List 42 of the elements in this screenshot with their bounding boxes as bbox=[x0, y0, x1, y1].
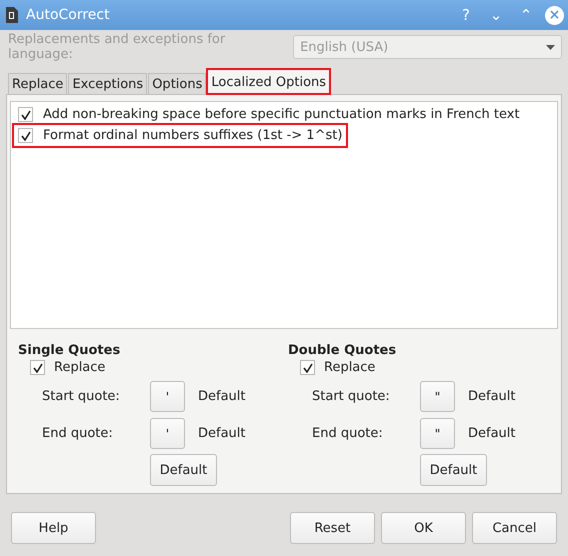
tab[interactable]: Replace bbox=[8, 73, 68, 94]
quote-value: Default bbox=[468, 426, 516, 441]
quote-button[interactable]: ' bbox=[150, 418, 185, 449]
group-title: Single Quotes bbox=[18, 343, 122, 358]
option-row[interactable]: Format ordinal numbers suffixes (1st -> 1^st) bbox=[14, 125, 346, 146]
quote-button[interactable]: ' bbox=[150, 381, 185, 412]
dropdown-arrow-icon bbox=[546, 44, 555, 50]
checkbox-label: Replace bbox=[54, 360, 106, 375]
quote-label: Start quote: bbox=[42, 389, 121, 404]
dialog-button[interactable]: Reset bbox=[290, 512, 375, 544]
checkbox-label: Replace bbox=[324, 360, 376, 375]
checkbox[interactable] bbox=[18, 128, 33, 143]
quote-button[interactable]: " bbox=[420, 418, 455, 449]
group-title: Double Quotes bbox=[288, 343, 398, 358]
checkmark-icon bbox=[20, 130, 30, 140]
dialog-button[interactable]: OK bbox=[381, 512, 466, 544]
option-row[interactable]: Add non-breaking space before specific punctuation marks in French text bbox=[14, 104, 524, 125]
quote-label: End quote: bbox=[312, 426, 384, 441]
quote-label: Start quote: bbox=[312, 389, 391, 404]
tab[interactable]: Localized Options bbox=[207, 69, 330, 94]
tab[interactable]: Options bbox=[148, 73, 206, 94]
checkmark-icon bbox=[20, 110, 30, 120]
quote-value: Default bbox=[468, 389, 516, 404]
document-icon bbox=[6, 7, 18, 23]
default-button[interactable]: Default bbox=[150, 454, 217, 486]
checkmark-icon bbox=[302, 362, 312, 372]
default-button[interactable]: Default bbox=[420, 454, 487, 486]
quote-label: End quote: bbox=[42, 426, 114, 441]
option-label: Format ordinal numbers suffixes (1st -> 1^st) bbox=[43, 128, 342, 143]
language-label: Replacements and exceptions for language: bbox=[8, 32, 226, 62]
option-label: Add non-breaking space before specific punctuation marks in French text bbox=[43, 107, 520, 122]
checkmark-icon bbox=[32, 362, 42, 372]
quote-value: Default bbox=[198, 389, 246, 404]
tab[interactable]: Exceptions bbox=[68, 73, 148, 94]
checkbox[interactable] bbox=[18, 107, 33, 122]
checkbox[interactable] bbox=[300, 360, 315, 375]
window-title: AutoCorrect bbox=[26, 7, 111, 23]
checkbox[interactable] bbox=[30, 360, 45, 375]
dialog-button[interactable]: Help bbox=[11, 512, 96, 544]
quote-value: Default bbox=[198, 426, 246, 441]
quote-button[interactable]: " bbox=[420, 381, 455, 412]
dialog-button[interactable]: Cancel bbox=[472, 512, 557, 544]
